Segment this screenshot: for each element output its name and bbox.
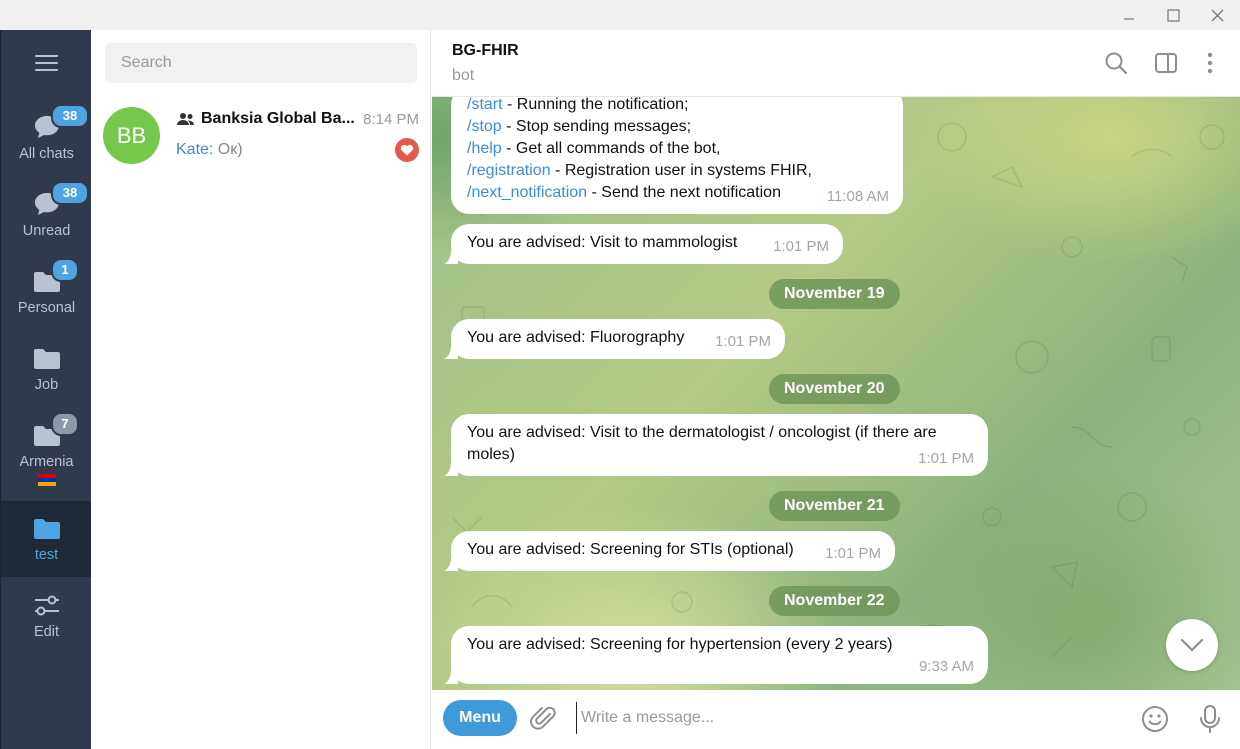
command-description: - Get all commands of the bot, xyxy=(501,140,721,157)
command-line: /stop - Stop sending messages; xyxy=(467,116,887,138)
command-line: /help - Get all commands of the bot, xyxy=(467,138,887,160)
folder-badge: 7 xyxy=(51,412,79,436)
chat-title: Banksia Global Ba... xyxy=(201,110,355,127)
folder-label: Unread xyxy=(22,223,71,239)
folder-test[interactable]: test xyxy=(1,501,92,577)
message-time: 1:01 PM xyxy=(825,545,881,562)
message-text: You are advised: Screening for hypertens… xyxy=(467,636,893,653)
command-description: - Stop sending messages; xyxy=(501,118,692,135)
chat-peer-status: bot xyxy=(452,67,475,84)
folder-job[interactable]: Job xyxy=(1,331,92,408)
command-line: /registration - Registration user in sys… xyxy=(467,160,887,182)
bubble-tail xyxy=(444,345,458,359)
date-separator: November 19 xyxy=(769,279,900,309)
hamburger-menu-icon[interactable] xyxy=(35,55,59,73)
message-time: 9:33 AM xyxy=(918,658,974,675)
window-title-bar xyxy=(0,0,1240,30)
chat-list-item[interactable]: BB Banksia Global Ba... 8:14 PM Kate: Ок… xyxy=(91,100,431,172)
date-separator: November 21 xyxy=(769,491,900,521)
close-icon[interactable] xyxy=(1194,0,1240,30)
chat-preview: Kate: Ок) xyxy=(176,141,243,159)
folder-edit[interactable]: Edit xyxy=(1,578,92,655)
preview-text: Ок) xyxy=(213,141,243,158)
bubble-tail xyxy=(444,462,458,476)
message-bubble[interactable]: You are advised: Screening for STIs (opt… xyxy=(444,531,895,571)
folder-badge: 1 xyxy=(51,258,79,282)
avatar: BB xyxy=(103,107,160,164)
message-bubble[interactable]: You are advised: Screening for hypertens… xyxy=(444,626,988,684)
emoji-icon[interactable] xyxy=(1140,704,1170,734)
message-time: 1:01 PM xyxy=(773,238,829,255)
command-line: /next_notification - Send the next notif… xyxy=(467,182,887,204)
paperclip-icon[interactable] xyxy=(530,705,558,733)
date-separator: November 20 xyxy=(769,374,900,404)
message-bubble[interactable]: You are advised: Visit to mammologist 1:… xyxy=(444,224,843,264)
chat-header: BG-FHIR bot xyxy=(432,30,1240,97)
message-text: You are advised: Visit to mammologist xyxy=(467,234,738,251)
message-composer: Menu xyxy=(432,690,1240,749)
bubble-tail xyxy=(444,670,458,684)
folder-label: Job xyxy=(34,377,59,393)
message-text: You are advised: Fluorography xyxy=(467,329,685,346)
bot-command-link[interactable]: /help xyxy=(467,140,502,157)
folder-unread[interactable]: 38 Unread xyxy=(1,177,92,254)
folder-icon xyxy=(34,519,60,539)
heart-icon xyxy=(395,138,419,162)
preview-sender: Kate: xyxy=(176,141,214,158)
message-text: You are advised: Visit to the dermatolog… xyxy=(467,424,937,463)
message-bubble[interactable]: You are advised: Visit to the dermatolog… xyxy=(444,414,988,476)
folder-all-chats[interactable]: 38 All chats xyxy=(1,100,92,177)
message-time: 11:08 AM xyxy=(826,188,889,205)
scroll-to-bottom-button[interactable] xyxy=(1166,619,1218,671)
bubble-tail xyxy=(444,557,458,571)
folder-label: Personal xyxy=(17,300,76,316)
bot-command-link[interactable]: /start xyxy=(467,97,503,113)
folder-label: test xyxy=(34,547,59,563)
search-input[interactable] xyxy=(105,43,417,83)
armenia-flag-icon xyxy=(38,474,56,486)
microphone-icon[interactable] xyxy=(1196,703,1224,735)
sidebar-toggle-icon[interactable] xyxy=(1153,50,1179,76)
group-icon xyxy=(177,113,194,125)
more-options-icon[interactable] xyxy=(1197,50,1223,76)
maximize-icon[interactable] xyxy=(1150,0,1196,30)
folder-personal[interactable]: 1 Personal xyxy=(1,254,92,331)
command-description: - Running the notification; xyxy=(502,97,689,113)
bot-command-link[interactable]: /registration xyxy=(467,162,551,179)
command-line: /start - Running the notification; xyxy=(467,97,887,116)
bot-menu-button[interactable]: Menu xyxy=(443,700,517,736)
command-description: - Send the next notification xyxy=(587,184,781,201)
date-separator: November 22 xyxy=(769,586,900,616)
folder-label: All chats xyxy=(19,146,74,162)
folder-label: Edit xyxy=(34,624,59,640)
message-bubble[interactable]: You are advised: Fluorography 1:01 PM xyxy=(444,319,785,359)
message-time: 1:01 PM xyxy=(715,333,771,350)
message-text: You are advised: Screening for STIs (opt… xyxy=(467,541,794,558)
bot-command-link[interactable]: /next_notification xyxy=(467,184,587,201)
chevron-down-icon xyxy=(1180,638,1204,652)
chat-peer-name[interactable]: BG-FHIR xyxy=(452,42,519,60)
bubble-tail xyxy=(444,250,458,264)
folder-icon xyxy=(34,349,60,369)
folder-sidebar: 38 All chats 38 Unread 1 Personal Job 7 … xyxy=(0,30,92,749)
folder-label: Armenia xyxy=(19,454,74,470)
message-input[interactable] xyxy=(576,702,1116,734)
minimize-icon[interactable] xyxy=(1106,0,1152,30)
bot-command-link[interactable]: /stop xyxy=(467,118,502,135)
folder-armenia[interactable]: 7 Armenia xyxy=(1,408,92,486)
folder-badge: 38 xyxy=(51,181,89,205)
chat-time: 8:14 PM xyxy=(363,111,419,128)
message-area[interactable]: /start - Running the notification; /stop… xyxy=(432,97,1240,690)
folder-badge: 38 xyxy=(51,104,89,128)
search-icon[interactable] xyxy=(1103,50,1129,76)
message-bubble[interactable]: /start - Running the notification; /stop… xyxy=(451,97,903,214)
chat-list-panel: BB Banksia Global Ba... 8:14 PM Kate: Ок… xyxy=(91,30,431,749)
message-time: 1:01 PM xyxy=(918,450,974,467)
command-description: - Registration user in systems FHIR, xyxy=(550,162,812,179)
sliders-icon xyxy=(35,595,59,616)
